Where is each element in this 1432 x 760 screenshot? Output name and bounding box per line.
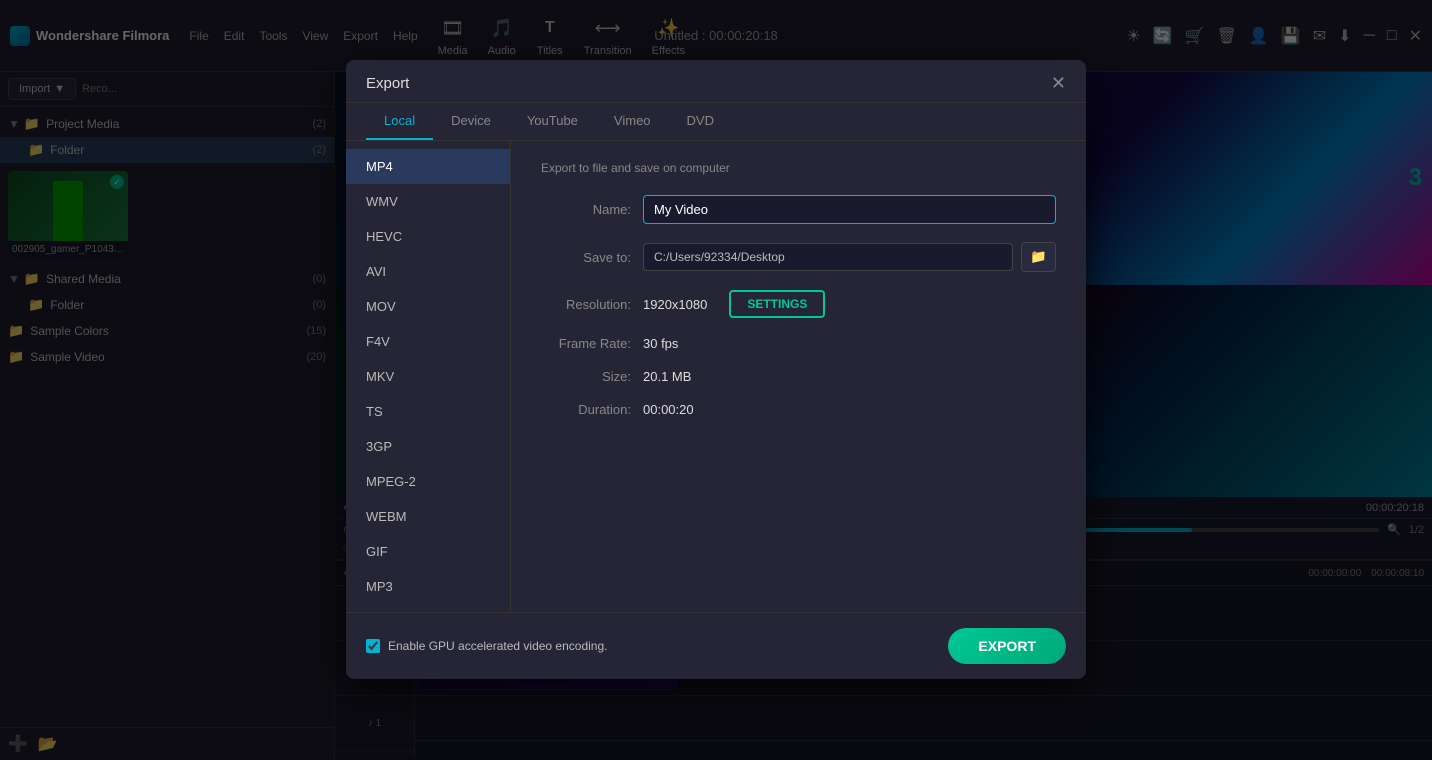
duration-value: 00:00:20 [643, 402, 694, 417]
modal-tabs: Local Device YouTube Vimeo DVD [346, 103, 1086, 141]
resolution-value: 1920x1080 [643, 297, 707, 312]
gpu-checkbox-row[interactable]: Enable GPU accelerated video encoding. [366, 639, 607, 653]
save-to-label: Save to: [541, 250, 631, 265]
tab-vimeo[interactable]: Vimeo [596, 103, 669, 140]
duration-row: Duration: 00:00:20 [541, 402, 1056, 417]
format-wmv[interactable]: WMV [346, 184, 510, 219]
tab-dvd[interactable]: DVD [669, 103, 732, 140]
format-gif[interactable]: GIF [346, 534, 510, 569]
format-f4v[interactable]: F4V [346, 324, 510, 359]
modal-title: Export [366, 75, 409, 92]
format-mp3[interactable]: MP3 [346, 569, 510, 604]
gpu-checkbox-input[interactable] [366, 639, 380, 653]
export-description: Export to file and save on computer [541, 161, 1056, 175]
frame-rate-label: Frame Rate: [541, 336, 631, 351]
format-webm[interactable]: WEBM [346, 499, 510, 534]
browse-folder-button[interactable]: 📁 [1021, 242, 1056, 272]
format-mov[interactable]: MOV [346, 289, 510, 324]
gpu-label: Enable GPU accelerated video encoding. [388, 639, 607, 653]
format-avi[interactable]: AVI [346, 254, 510, 289]
folder-open-icon: 📁 [1030, 249, 1047, 264]
name-label: Name: [541, 202, 631, 217]
resolution-row: Resolution: 1920x1080 SETTINGS [541, 290, 1056, 318]
path-row: C:/Users/92334/Desktop 📁 [643, 242, 1056, 272]
name-row: Name: [541, 195, 1056, 224]
size-row: Size: 20.1 MB [541, 369, 1056, 384]
format-mp4[interactable]: MP4 [346, 149, 510, 184]
size-label: Size: [541, 369, 631, 384]
export-settings: Export to file and save on computer Name… [511, 141, 1086, 612]
modal-body: MP4 WMV HEVC AVI MOV F4V MKV TS 3GP MPEG… [346, 141, 1086, 612]
frame-rate-row: Frame Rate: 30 fps [541, 336, 1056, 351]
tab-local[interactable]: Local [366, 103, 433, 140]
save-path: C:/Users/92334/Desktop [643, 243, 1013, 271]
tab-youtube[interactable]: YouTube [509, 103, 596, 140]
modal-overlay[interactable]: Export ✕ Local Device YouTube Vimeo DVD … [0, 0, 1432, 760]
resolution-label: Resolution: [541, 297, 631, 312]
size-value: 20.1 MB [643, 369, 691, 384]
export-button[interactable]: EXPORT [948, 628, 1066, 664]
settings-button[interactable]: SETTINGS [729, 290, 825, 318]
format-ts[interactable]: TS [346, 394, 510, 429]
name-input[interactable] [643, 195, 1056, 224]
modal-footer: Enable GPU accelerated video encoding. E… [346, 612, 1086, 679]
tab-device[interactable]: Device [433, 103, 509, 140]
save-to-row: Save to: C:/Users/92334/Desktop 📁 [541, 242, 1056, 272]
format-hevc[interactable]: HEVC [346, 219, 510, 254]
format-mpeg2[interactable]: MPEG-2 [346, 464, 510, 499]
modal-header: Export ✕ [346, 60, 1086, 103]
duration-label: Duration: [541, 402, 631, 417]
format-3gp[interactable]: 3GP [346, 429, 510, 464]
format-list: MP4 WMV HEVC AVI MOV F4V MKV TS 3GP MPEG… [346, 141, 511, 612]
modal-close-button[interactable]: ✕ [1051, 74, 1066, 92]
frame-rate-value: 30 fps [643, 336, 678, 351]
format-mkv[interactable]: MKV [346, 359, 510, 394]
export-modal: Export ✕ Local Device YouTube Vimeo DVD … [346, 60, 1086, 679]
